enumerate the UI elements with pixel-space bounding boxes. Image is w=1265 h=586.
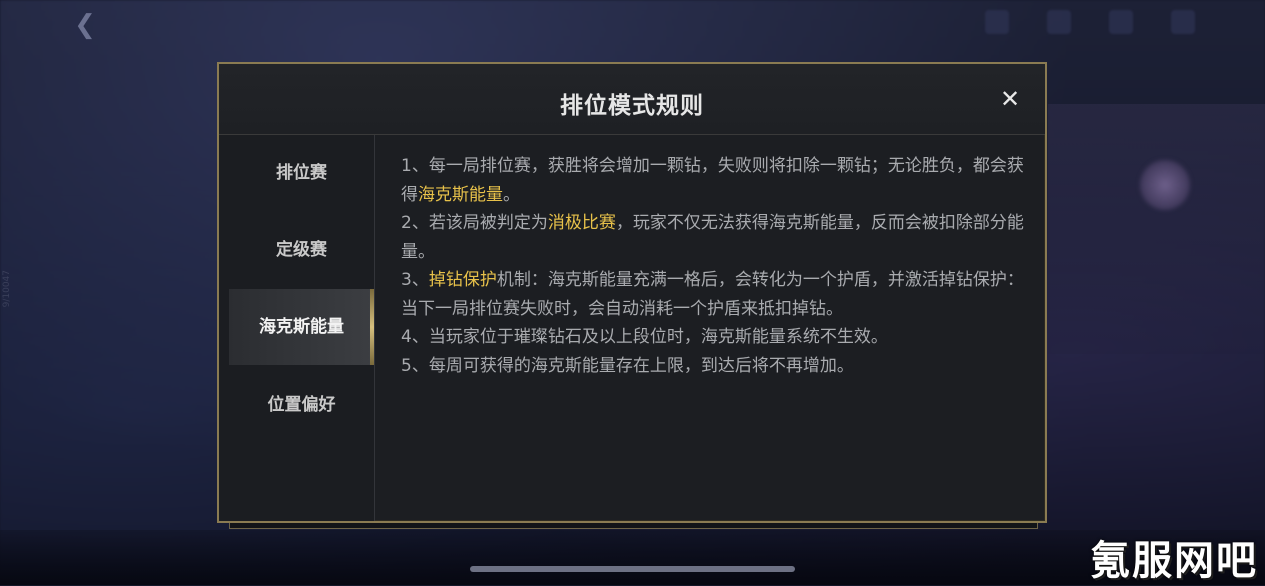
modal-title: 排位模式规则 (560, 93, 704, 119)
mail-icon[interactable] (1047, 10, 1071, 34)
tab-ranked[interactable]: 排位赛 (229, 135, 374, 211)
rule-item: 5、每周可获得的海克斯能量存在上限，到达后将不再增加。 (401, 355, 854, 376)
home-indicator[interactable] (470, 566, 795, 572)
rule-item: 4、当玩家位于璀璨钻石及以上段位时，海克斯能量系统不生效。 (401, 327, 888, 347)
rules-modal: 排位模式规则 ✕ 排位赛 定级赛 海克斯能量 位置偏好 1、每一局排位赛，获胜将… (217, 62, 1047, 523)
rank-emblem-icon (1140, 160, 1190, 210)
tab-label: 排位赛 (276, 163, 327, 183)
close-button[interactable]: ✕ (997, 86, 1023, 112)
back-arrow-icon[interactable]: ❮ (72, 12, 98, 38)
background-top-icons (985, 10, 1195, 34)
rule-item: 3、掉钻保护机制：海克斯能量充满一格后，会转化为一个护盾，并激活掉钻保护：当下一… (401, 270, 1024, 319)
rule-item: 1、每一局排位赛，获胜将会增加一颗钻，失败则将扣除一颗钻；无论胜负，都会获得海克… (401, 156, 1024, 205)
settings-icon[interactable] (1171, 10, 1195, 34)
rule-item: 2、若该局被判定为消极比赛，玩家不仅无法获得海克斯能量，反而会被扣除部分能量。 (401, 213, 1024, 262)
rules-content: 1、每一局排位赛，获胜将会增加一颗钻，失败则将扣除一颗钻；无论胜负，都会获得海克… (401, 152, 1031, 380)
highlight-term: 掉钻保护 (428, 270, 497, 290)
background-top-bar: ❮ (0, 0, 1265, 50)
tab-hextech-energy[interactable]: 海克斯能量 (229, 289, 374, 365)
store-icon[interactable] (985, 10, 1009, 34)
chat-icon[interactable] (1109, 10, 1133, 34)
modal-header: 排位模式规则 ✕ (219, 64, 1045, 135)
tab-label: 定级赛 (276, 240, 327, 260)
site-watermark: 氪服网吧 (1090, 538, 1258, 584)
highlight-term: 消极比赛 (547, 213, 616, 233)
tab-position-preference[interactable]: 位置偏好 (229, 367, 374, 443)
background-right-panel (1048, 104, 1265, 354)
background-bottom-bar (0, 530, 1265, 585)
tab-label: 位置偏好 (267, 395, 336, 415)
active-tab-indicator (370, 289, 374, 365)
tab-placement[interactable]: 定级赛 (229, 212, 374, 288)
side-version-text: 9/10047 (2, 270, 12, 308)
tab-label: 海克斯能量 (259, 317, 344, 337)
rules-tab-sidebar: 排位赛 定级赛 海克斯能量 位置偏好 (219, 135, 375, 521)
highlight-term: 海克斯能量 (418, 184, 503, 205)
